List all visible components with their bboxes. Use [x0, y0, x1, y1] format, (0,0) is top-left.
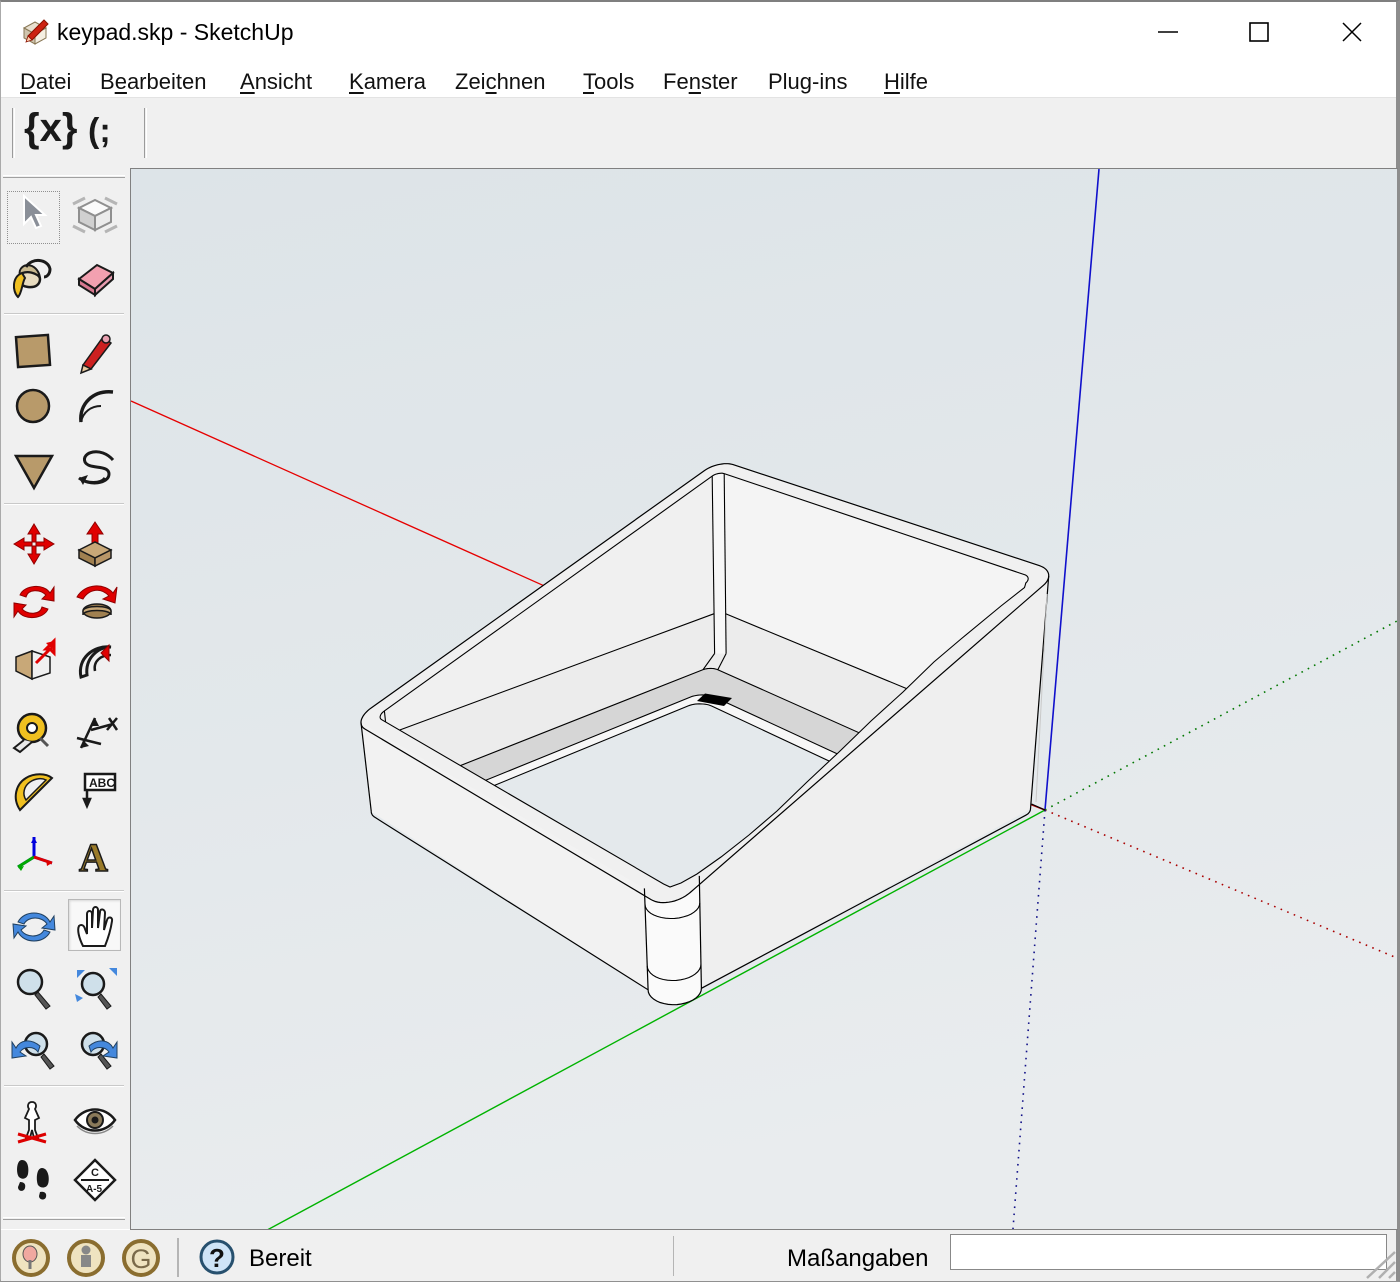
svg-text:C: C	[91, 1167, 99, 1179]
svg-text:A-5: A-5	[86, 1184, 103, 1195]
svg-text:ABC: ABC	[89, 776, 115, 790]
svg-text:A: A	[79, 835, 108, 879]
svg-text:?: ?	[209, 1243, 225, 1273]
svg-text:G: G	[130, 1244, 151, 1274]
